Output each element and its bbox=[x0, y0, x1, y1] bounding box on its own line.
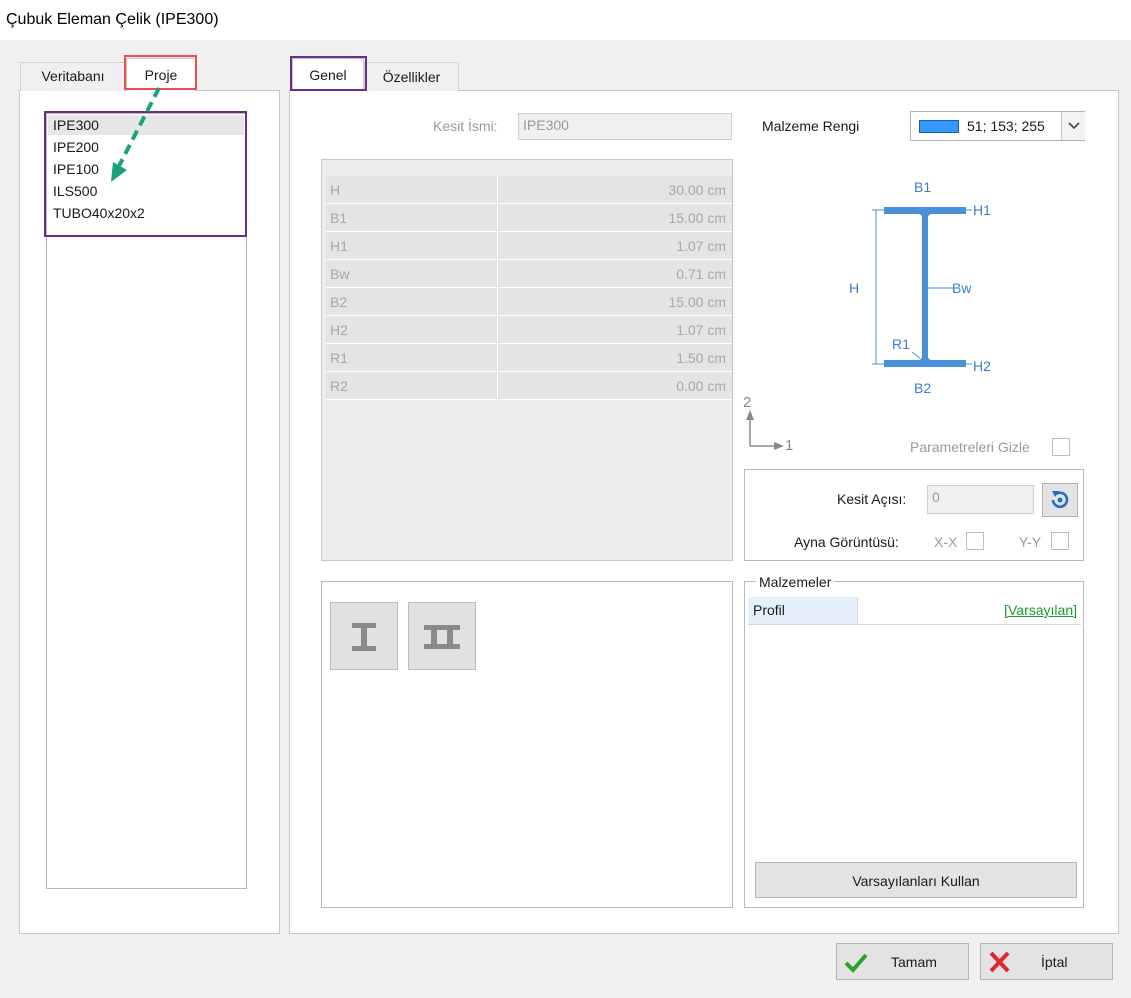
label-h: H bbox=[849, 280, 859, 296]
rotate-icon bbox=[1051, 491, 1069, 509]
param-value: 1.07 cm bbox=[676, 238, 726, 254]
mirror-label: Ayna Görüntüsü: bbox=[794, 534, 899, 550]
label-h2: H2 bbox=[973, 358, 991, 374]
chevron-down-icon bbox=[1068, 122, 1080, 130]
table-row[interactable]: H 30.00 cm bbox=[326, 176, 732, 204]
hide-params-checkbox[interactable] bbox=[1052, 438, 1070, 456]
param-name: H1 bbox=[330, 238, 348, 254]
angle-label: Kesit Açısı: bbox=[837, 491, 907, 507]
param-value: 0.71 cm bbox=[676, 266, 726, 282]
table-row[interactable]: R2 0.00 cm bbox=[326, 372, 732, 400]
cancel-button[interactable]: İptal bbox=[980, 943, 1113, 980]
column-divider bbox=[497, 344, 498, 372]
material-color-value: 51; 153; 255 bbox=[967, 118, 1045, 134]
section-name-label: Kesit İsmi: bbox=[433, 118, 498, 134]
materials-group bbox=[744, 581, 1084, 908]
param-name: H2 bbox=[330, 322, 348, 338]
i-section-button[interactable] bbox=[330, 602, 398, 670]
label-bw: Bw bbox=[952, 280, 972, 296]
hide-params-label: Parametreleri Gizle bbox=[910, 439, 1030, 455]
section-name-value: IPE300 bbox=[523, 117, 569, 133]
param-name: B2 bbox=[330, 294, 348, 310]
tab-veritabani-label: Veritabanı bbox=[41, 68, 105, 84]
column-divider bbox=[497, 232, 498, 260]
angle-value: 0 bbox=[932, 489, 940, 505]
table-row[interactable]: H1 1.07 cm bbox=[326, 232, 732, 260]
axis-1-label: 1 bbox=[785, 437, 793, 454]
mirror-xx-checkbox[interactable] bbox=[966, 532, 984, 550]
cancel-label: İptal bbox=[1041, 954, 1068, 970]
annotation-arrow bbox=[111, 87, 161, 182]
materials-row[interactable]: Profil [Varsayılan] bbox=[748, 597, 1081, 625]
window-title: Çubuk Eleman Çelik (IPE300) bbox=[6, 11, 219, 28]
parameter-grid: H 30.00 cm B1 15.00 cm H1 1.07 cm Bw 0.7… bbox=[321, 159, 733, 561]
profile-cell: Profil bbox=[748, 597, 858, 624]
column-divider bbox=[497, 260, 498, 288]
param-name: R1 bbox=[330, 350, 348, 366]
column-divider bbox=[497, 372, 498, 400]
section-diagram: B1 H1 H Bw R1 H2 B2 bbox=[849, 179, 991, 396]
material-color-label: Malzeme Rengi bbox=[762, 118, 860, 134]
genel-tab-highlight bbox=[290, 56, 367, 91]
table-row[interactable]: Bw 0.71 cm bbox=[326, 260, 732, 288]
param-value: 15.00 cm bbox=[668, 294, 726, 310]
ok-label: Tamam bbox=[891, 954, 937, 970]
materials-title: Malzemeler bbox=[756, 574, 835, 590]
label-h1: H1 bbox=[973, 202, 991, 218]
label-r1: R1 bbox=[892, 336, 910, 352]
param-name: H bbox=[330, 182, 341, 198]
tab-ozellikler[interactable]: Özellikler bbox=[364, 62, 459, 91]
column-divider bbox=[497, 176, 498, 204]
table-row[interactable]: H2 1.07 cm bbox=[326, 316, 732, 344]
checkmark-icon bbox=[844, 953, 868, 973]
double-i-section-button[interactable] bbox=[408, 602, 476, 670]
ok-button[interactable]: Tamam bbox=[836, 943, 969, 980]
column-divider bbox=[497, 316, 498, 344]
mirror-xx-label: X-X bbox=[934, 534, 958, 550]
column-divider bbox=[497, 204, 498, 232]
param-value: 30.00 cm bbox=[668, 182, 726, 198]
profile-label: Profil bbox=[753, 602, 785, 618]
double-i-section-icon bbox=[424, 625, 460, 649]
axis-2-label: 2 bbox=[743, 394, 751, 411]
table-row[interactable]: B2 15.00 cm bbox=[326, 288, 732, 316]
param-value: 1.50 cm bbox=[676, 350, 726, 366]
use-defaults-button[interactable]: Varsayılanları Kullan bbox=[755, 862, 1077, 898]
table-row[interactable]: R1 1.50 cm bbox=[326, 344, 732, 372]
label-b2: B2 bbox=[914, 380, 931, 396]
table-row[interactable]: B1 15.00 cm bbox=[326, 204, 732, 232]
label-b1: B1 bbox=[914, 179, 931, 195]
rotate-button[interactable] bbox=[1042, 483, 1078, 517]
axis-indicator: 2 1 bbox=[743, 394, 793, 454]
x-mark-icon bbox=[989, 951, 1010, 973]
param-name: Bw bbox=[330, 266, 350, 282]
param-name: B1 bbox=[330, 210, 348, 226]
dropdown-button[interactable] bbox=[1061, 112, 1085, 140]
param-value: 0.00 cm bbox=[676, 378, 726, 394]
mirror-yy-label: Y-Y bbox=[1019, 534, 1042, 550]
i-section-icon bbox=[352, 623, 376, 651]
param-value: 15.00 cm bbox=[668, 210, 726, 226]
title-bar: Çubuk Eleman Çelik (IPE300) bbox=[0, 0, 1131, 40]
tab-ozellikler-label: Özellikler bbox=[382, 69, 441, 85]
color-swatch bbox=[919, 120, 959, 133]
param-name: R2 bbox=[330, 378, 348, 394]
profile-default-link[interactable]: [Varsayılan] bbox=[1004, 602, 1077, 618]
param-value: 1.07 cm bbox=[676, 322, 726, 338]
use-defaults-label: Varsayılanları Kullan bbox=[852, 873, 980, 889]
section-name-input[interactable]: IPE300 bbox=[518, 113, 732, 140]
angle-input[interactable]: 0 bbox=[927, 485, 1034, 514]
material-color-dropdown[interactable]: 51; 153; 255 bbox=[910, 111, 1085, 141]
mirror-yy-checkbox[interactable] bbox=[1051, 532, 1069, 550]
column-divider bbox=[497, 288, 498, 316]
